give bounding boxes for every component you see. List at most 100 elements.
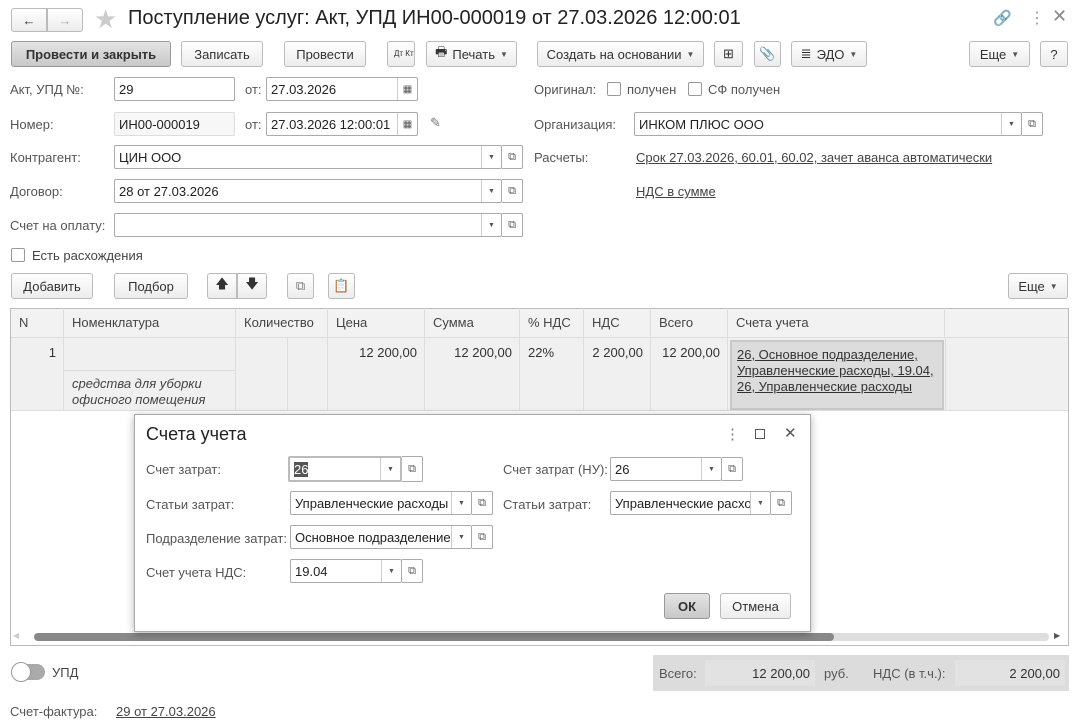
structure-icon: ⊞: [723, 46, 734, 61]
column-header-vat-rate[interactable]: % НДС: [520, 308, 584, 338]
vat-link[interactable]: НДС в сумме: [636, 184, 716, 199]
comment-icon[interactable]: ✎: [430, 115, 441, 131]
calendar-icon[interactable]: ▦: [397, 113, 417, 135]
act-number-input[interactable]: 29: [114, 77, 235, 101]
dialog-close-icon[interactable]: ✕: [784, 424, 797, 442]
edo-button[interactable]: ≣ ЭДО ▼: [791, 41, 867, 67]
cancel-button[interactable]: Отмена: [720, 593, 791, 619]
chevron-down-icon[interactable]: ▼: [451, 492, 471, 514]
move-down-button[interactable]: 🡇: [237, 273, 267, 299]
pick-button[interactable]: Подбор: [114, 273, 188, 299]
column-header-price[interactable]: Цена: [328, 308, 425, 338]
number-input[interactable]: ИН00-000019: [114, 112, 235, 136]
chevron-down-icon[interactable]: ▼: [701, 458, 721, 480]
create-based-on-button[interactable]: Создать на основании ▼: [537, 41, 704, 67]
contractor-input[interactable]: ЦИН ООО ▼: [114, 145, 502, 169]
cost-account-nu-input[interactable]: 26 ▼: [610, 457, 722, 481]
act-date-input[interactable]: 27.03.2026 ▦: [266, 77, 418, 101]
scroll-right-icon[interactable]: ▶: [1054, 631, 1060, 640]
chevron-down-icon[interactable]: ▼: [1001, 113, 1021, 135]
chevron-down-icon[interactable]: ▼: [380, 458, 400, 480]
column-header-total[interactable]: Всего: [651, 308, 728, 338]
open-icon[interactable]: ⧉: [402, 456, 423, 482]
column-header-sum[interactable]: Сумма: [425, 308, 520, 338]
print-button[interactable]: 🖶 Печать ▼: [426, 41, 517, 67]
organization-input[interactable]: ИНКОМ ПЛЮС ООО ▼: [634, 112, 1022, 136]
ok-button[interactable]: ОК: [664, 593, 710, 619]
contract-input[interactable]: 28 от 27.03.2026 ▼: [114, 179, 502, 203]
open-icon[interactable]: ⧉: [472, 525, 493, 549]
dt-kt-button[interactable]: Дт Кт: [387, 41, 415, 67]
sf-received-label: СФ получен: [708, 82, 781, 97]
table-more-button[interactable]: Еще ▼: [1008, 273, 1068, 299]
cell-quantity[interactable]: [236, 338, 288, 411]
add-button[interactable]: Добавить: [11, 273, 93, 299]
favorite-star-icon[interactable]: ★: [94, 4, 117, 35]
settlements-link[interactable]: Срок 27.03.2026, 60.01, 60.02, зачет ава…: [636, 150, 992, 165]
cost-account-value: 26: [294, 461, 309, 477]
close-icon[interactable]: ✕: [1052, 6, 1067, 27]
cell-price[interactable]: 12 200,00: [328, 338, 425, 411]
dialog-more-icon[interactable]: ⋮: [725, 425, 740, 443]
cell-vat-rate[interactable]: 22%: [520, 338, 584, 411]
more-button[interactable]: Еще ▼: [969, 41, 1030, 67]
forward-button[interactable]: →: [47, 8, 83, 32]
open-icon[interactable]: ⧉: [502, 213, 523, 237]
cell-vat[interactable]: 2 200,00: [584, 338, 651, 411]
post-and-close-button[interactable]: Провести и закрыть: [11, 41, 171, 67]
open-icon[interactable]: ⧉: [1022, 112, 1043, 136]
invoice-footer-label: Счет-фактура:: [10, 704, 98, 719]
received-checkbox[interactable]: [607, 82, 621, 96]
open-icon[interactable]: ⧉: [502, 179, 523, 203]
maximize-icon[interactable]: [755, 429, 765, 439]
cost-items-nu-input[interactable]: Управленческие расходы▼: [610, 491, 771, 515]
more-vertical-icon[interactable]: ⋮: [1029, 8, 1045, 28]
chevron-down-icon[interactable]: ▼: [451, 526, 471, 548]
column-header-accounts[interactable]: Счета учета: [728, 308, 945, 338]
open-icon[interactable]: ⧉: [402, 559, 423, 583]
help-button[interactable]: ?: [1040, 41, 1068, 67]
back-button[interactable]: ←: [11, 8, 47, 32]
column-header-quantity[interactable]: Количество: [236, 308, 328, 338]
copy-button[interactable]: ⧉: [287, 273, 314, 299]
printer-icon: 🖶: [435, 44, 448, 59]
open-icon[interactable]: ⧉: [722, 457, 743, 481]
paperclip-icon: 📎: [759, 46, 776, 61]
cell-sum[interactable]: 12 200,00: [425, 338, 520, 411]
calendar-icon[interactable]: ▦: [397, 78, 417, 100]
chevron-down-icon[interactable]: ▼: [481, 180, 501, 202]
structure-button[interactable]: ⊞: [714, 41, 743, 67]
move-up-button[interactable]: 🡅: [207, 273, 237, 299]
post-button[interactable]: Провести: [284, 41, 366, 67]
invoice-input[interactable]: ▼: [114, 213, 502, 237]
chevron-down-icon[interactable]: ▼: [481, 214, 501, 236]
column-header-nomenclature[interactable]: Номенклатура: [64, 308, 236, 338]
open-icon[interactable]: ⧉: [472, 491, 493, 515]
cell-accounts-link[interactable]: 26, Основное подразделение, Управленческ…: [737, 347, 937, 395]
sf-received-checkbox[interactable]: [688, 82, 702, 96]
chevron-down-icon[interactable]: ▼: [750, 492, 770, 514]
chevron-down-icon[interactable]: ▼: [381, 560, 401, 582]
save-button[interactable]: Записать: [181, 41, 263, 67]
link-icon[interactable]: 🔗: [993, 9, 1012, 27]
chevron-down-icon[interactable]: ▼: [481, 146, 501, 168]
open-icon[interactable]: ⧉: [771, 491, 792, 515]
vat-account-input[interactable]: 19.04 ▼: [290, 559, 402, 583]
open-icon[interactable]: ⧉: [502, 145, 523, 169]
attach-button[interactable]: 📎: [754, 41, 781, 67]
cost-account-input[interactable]: 26 ▼: [288, 456, 402, 482]
division-input[interactable]: Основное подразделение ▼: [290, 525, 472, 549]
scroll-left-icon[interactable]: ◀: [13, 631, 19, 640]
number-date-input[interactable]: 27.03.2026 12:00:01 ▦: [266, 112, 418, 136]
act-date-value: 27.03.2026: [271, 81, 337, 97]
discrepancy-checkbox[interactable]: [11, 248, 25, 262]
invoice-footer-link[interactable]: 29 от 27.03.2026: [116, 704, 216, 719]
cost-items-input[interactable]: Управленческие расходы ▼: [290, 491, 472, 515]
column-header-vat[interactable]: НДС: [584, 308, 651, 338]
cell-total[interactable]: 12 200,00: [651, 338, 728, 411]
column-header-n[interactable]: N: [11, 308, 64, 338]
paste-button[interactable]: 📋: [328, 273, 355, 299]
toggle-knob[interactable]: [11, 662, 31, 682]
scrollbar-thumb[interactable]: [34, 633, 834, 641]
cell-content[interactable]: средства для уборки офисного помещения: [72, 376, 222, 408]
